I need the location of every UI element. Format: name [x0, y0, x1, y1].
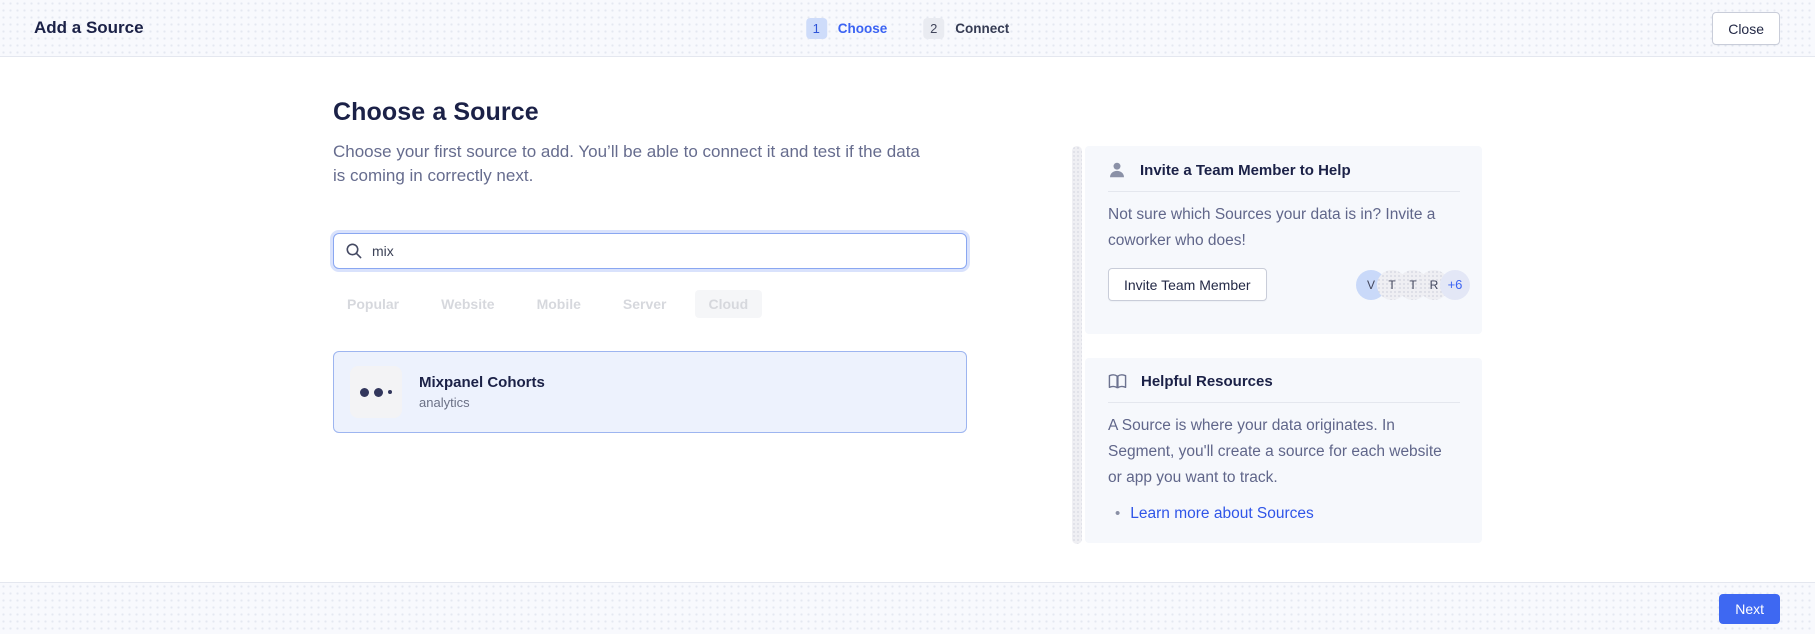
invite-card-header: Invite a Team Member to Help: [1085, 146, 1482, 179]
bottom-bar: Next: [0, 582, 1815, 634]
scrollbar-track[interactable]: [1072, 146, 1082, 544]
invite-team-card: Invite a Team Member to Help Not sure wh…: [1085, 146, 1482, 334]
resources-card-title: Helpful Resources: [1141, 373, 1273, 390]
close-button[interactable]: Close: [1712, 12, 1780, 45]
source-search: [333, 233, 967, 269]
invite-card-title: Invite a Team Member to Help: [1140, 162, 1351, 179]
wizard-stepper: 1 Choose 2 Connect: [806, 0, 1010, 57]
tab-popular[interactable]: Popular: [333, 290, 413, 318]
team-avatar-stack: V T T R +6: [1356, 270, 1470, 300]
source-name: Mixpanel Cohorts: [419, 374, 545, 391]
resources-card-header: Helpful Resources: [1085, 358, 1482, 390]
page-title: Add a Source: [34, 18, 144, 38]
step-connect-number: 2: [923, 18, 944, 39]
invite-team-member-button[interactable]: Invite Team Member: [1108, 268, 1267, 301]
top-bar: Add a Source 1 Choose 2 Connect Close: [0, 0, 1815, 57]
step-connect[interactable]: 2 Connect: [923, 18, 1009, 39]
tab-website[interactable]: Website: [427, 290, 508, 318]
resources-link-item: • Learn more about Sources: [1085, 491, 1482, 524]
source-result-text: Mixpanel Cohorts analytics: [419, 374, 545, 410]
avatar-overflow-count: +6: [1440, 270, 1470, 300]
book-icon: [1108, 373, 1127, 390]
tab-server[interactable]: Server: [609, 290, 681, 318]
source-category: analytics: [419, 395, 545, 410]
search-input[interactable]: [333, 233, 967, 269]
resources-card-body: A Source is where your data originates. …: [1085, 403, 1482, 491]
tab-mobile[interactable]: Mobile: [523, 290, 595, 318]
helpful-resources-card: Helpful Resources A Source is where your…: [1085, 358, 1482, 543]
section-description: Choose your first source to add. You’ll …: [333, 140, 929, 188]
learn-more-sources-link[interactable]: Learn more about Sources: [1130, 503, 1314, 524]
tab-cloud[interactable]: Cloud: [695, 290, 763, 318]
invite-card-body: Not sure which Sources your data is in? …: [1085, 192, 1482, 254]
category-tabs: Popular Website Mobile Server Cloud: [333, 290, 967, 318]
step-choose[interactable]: 1 Choose: [806, 18, 888, 39]
choose-source-panel: Choose a Source Choose your first source…: [333, 57, 967, 433]
invite-actions-row: Invite Team Member V T T R +6: [1085, 254, 1482, 301]
mixpanel-cohorts-logo-icon: [350, 366, 402, 418]
person-icon: [1108, 161, 1126, 179]
step-choose-label: Choose: [838, 21, 888, 36]
next-button[interactable]: Next: [1719, 594, 1780, 624]
search-icon: [345, 242, 363, 260]
bullet-icon: •: [1115, 503, 1120, 524]
section-heading: Choose a Source: [333, 98, 967, 127]
step-connect-label: Connect: [955, 21, 1009, 36]
source-result-mixpanel-cohorts[interactable]: Mixpanel Cohorts analytics: [333, 351, 967, 433]
step-choose-number: 1: [806, 18, 827, 39]
